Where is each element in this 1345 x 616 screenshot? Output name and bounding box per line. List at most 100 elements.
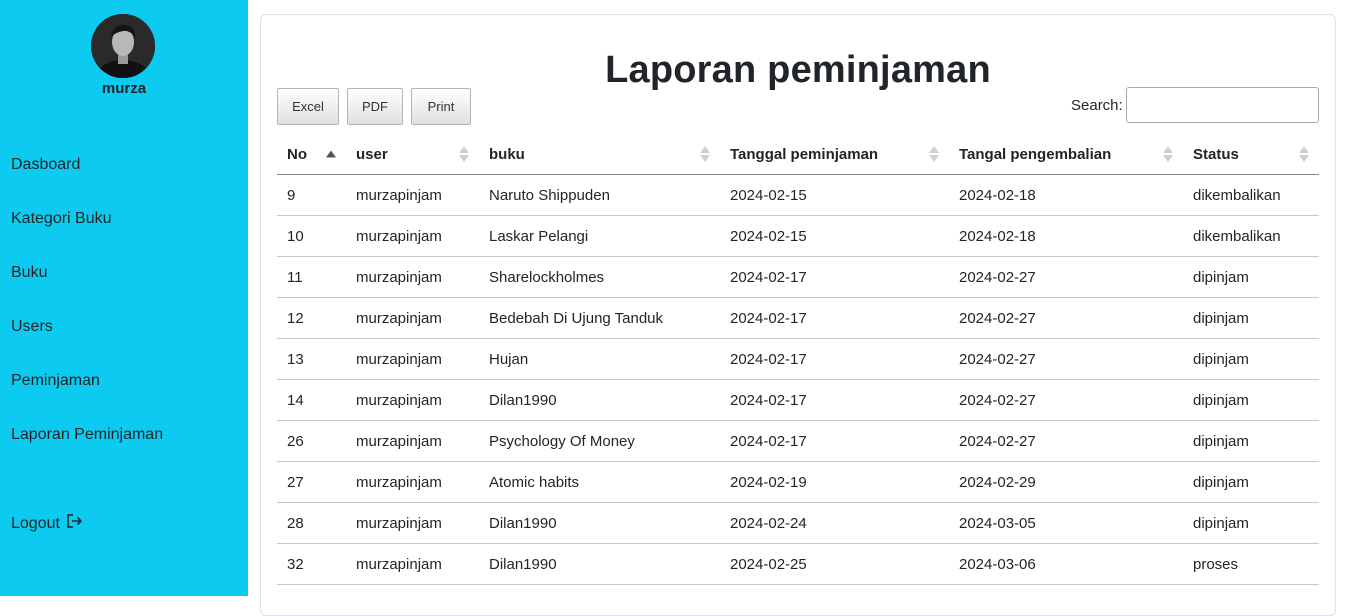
sort-icon [1163, 146, 1173, 162]
cell-buku: Bedebah Di Ujung Tanduk [479, 297, 720, 339]
cell-status: dipinjam [1183, 461, 1319, 503]
cell-no: 28 [277, 502, 346, 544]
cell-user: murzapinjam [346, 174, 479, 216]
sort-icon [929, 146, 939, 162]
user-avatar[interactable] [91, 14, 155, 78]
table-row: 12 murzapinjam Bedebah Di Ujung Tanduk 2024… [277, 297, 1319, 339]
cell-status: dipinjam [1183, 297, 1319, 339]
cell-tangal-pengembalian: 2024-02-18 [949, 174, 1183, 216]
sort-icon [326, 150, 336, 158]
cell-tangal-pengembalian: 2024-02-18 [949, 215, 1183, 257]
cell-buku: Laskar Pelangi [479, 215, 720, 257]
cell-tanggal-peminjaman: 2024-02-15 [720, 215, 949, 257]
cell-tanggal-peminjaman: 2024-02-15 [720, 174, 949, 216]
cell-tangal-pengembalian: 2024-02-29 [949, 461, 1183, 503]
column-header-buku[interactable]: buku [479, 134, 720, 175]
cell-status: dipinjam [1183, 502, 1319, 544]
cell-tanggal-peminjaman: 2024-02-17 [720, 256, 949, 298]
nav-users[interactable]: Users [11, 318, 53, 336]
cell-buku: Hujan [479, 338, 720, 380]
search-label: Search: [1071, 97, 1123, 114]
export-pdf-button[interactable]: PDF [347, 88, 403, 125]
cell-user: murzapinjam [346, 543, 479, 585]
cell-user: murzapinjam [346, 379, 479, 421]
column-header-tangal-pengembalian[interactable]: Tangal pengembalian [949, 134, 1183, 175]
cell-status: dikembalikan [1183, 215, 1319, 257]
table-row: 11 murzapinjam Sharelockholmes 2024-02-17 20… [277, 256, 1319, 298]
cell-tanggal-peminjaman: 2024-02-17 [720, 379, 949, 421]
table-row: 26 murzapinjam Psychology Of Money 2024-02-… [277, 420, 1319, 462]
table-header-row: No user buku Tanggal peminjaman Tangal p… [277, 134, 1319, 175]
cell-buku: Psychology Of Money [479, 420, 720, 462]
cell-no: 12 [277, 297, 346, 339]
sidebar: murza Dasboard Kategori Buku Buku Users … [0, 0, 248, 596]
nav-buku[interactable]: Buku [11, 264, 47, 282]
cell-tanggal-peminjaman: 2024-02-17 [720, 420, 949, 462]
cell-status: proses [1183, 543, 1319, 585]
cell-user: murzapinjam [346, 461, 479, 503]
cell-no: 27 [277, 461, 346, 503]
cell-tanggal-peminjaman: 2024-02-24 [720, 502, 949, 544]
logout-icon [66, 513, 83, 534]
cell-user: murzapinjam [346, 297, 479, 339]
report-card: Laporan peminjaman Excel PDF Print Searc… [260, 14, 1336, 616]
cell-tangal-pengembalian: 2024-02-27 [949, 256, 1183, 298]
cell-tanggal-peminjaman: 2024-02-17 [720, 338, 949, 380]
print-button[interactable]: Print [411, 88, 471, 125]
cell-buku: Naruto Shippuden [479, 174, 720, 216]
cell-user: murzapinjam [346, 338, 479, 380]
column-header-user[interactable]: user [346, 134, 479, 175]
cell-no: 32 [277, 543, 346, 585]
cell-status: dikembalikan [1183, 174, 1319, 216]
table-row: 14 murzapinjam Dilan1990 2024-02-17 2024-02-… [277, 379, 1319, 421]
nav-peminjaman[interactable]: Peminjaman [11, 372, 100, 390]
sort-icon [1299, 146, 1309, 162]
cell-no: 9 [277, 174, 346, 216]
cell-no: 14 [277, 379, 346, 421]
cell-user: murzapinjam [346, 215, 479, 257]
cell-status: dipinjam [1183, 420, 1319, 462]
username: murza [101, 80, 147, 97]
report-table: No user buku Tanggal peminjaman Tangal p… [277, 134, 1319, 585]
column-header-no[interactable]: No [277, 134, 346, 175]
cell-no: 11 [277, 256, 346, 298]
cell-status: dipinjam [1183, 256, 1319, 298]
cell-no: 26 [277, 420, 346, 462]
nav-kategori-buku[interactable]: Kategori Buku [11, 210, 112, 228]
search-input[interactable] [1126, 87, 1319, 123]
column-header-tanggal-peminjaman[interactable]: Tanggal peminjaman [720, 134, 949, 175]
table-row: 9 murzapinjam Naruto Shippuden 2024-02-15 20… [277, 174, 1319, 216]
cell-status: dipinjam [1183, 379, 1319, 421]
export-excel-button[interactable]: Excel [277, 88, 339, 125]
cell-no: 10 [277, 215, 346, 257]
cell-buku: Dilan1990 [479, 379, 720, 421]
cell-tanggal-peminjaman: 2024-02-19 [720, 461, 949, 503]
cell-tangal-pengembalian: 2024-03-06 [949, 543, 1183, 585]
cell-tanggal-peminjaman: 2024-02-17 [720, 297, 949, 339]
cell-tanggal-peminjaman: 2024-02-25 [720, 543, 949, 585]
table-row: 32 murzapinjam Dilan1990 2024-02-25 2024-03-… [277, 543, 1319, 585]
page-title: Laporan peminjaman [605, 49, 991, 91]
cell-buku: Dilan1990 [479, 502, 720, 544]
cell-no: 13 [277, 338, 346, 380]
table-row: 13 murzapinjam Hujan 2024-02-17 2024-02-27 di… [277, 338, 1319, 380]
cell-tangal-pengembalian: 2024-02-27 [949, 379, 1183, 421]
cell-user: murzapinjam [346, 420, 479, 462]
cell-tangal-pengembalian: 2024-02-27 [949, 297, 1183, 339]
logout-label: Logout [11, 515, 60, 532]
sort-icon [459, 146, 469, 162]
cell-buku: Sharelockholmes [479, 256, 720, 298]
cell-tangal-pengembalian: 2024-02-27 [949, 338, 1183, 380]
cell-tangal-pengembalian: 2024-03-05 [949, 502, 1183, 544]
table-row: 28 murzapinjam Dilan1990 2024-02-24 2024-03-… [277, 502, 1319, 544]
column-header-status[interactable]: Status [1183, 134, 1319, 175]
nav-laporan-peminjaman[interactable]: Laporan Peminjaman [11, 426, 163, 444]
cell-tangal-pengembalian: 2024-02-27 [949, 420, 1183, 462]
logout-link[interactable]: Logout [11, 513, 83, 534]
nav-dashboard[interactable]: Dasboard [11, 156, 80, 174]
table-row: 10 murzapinjam Laskar Pelangi 2024-02-15 202… [277, 215, 1319, 257]
cell-status: dipinjam [1183, 338, 1319, 380]
sort-icon [700, 146, 710, 162]
cell-user: murzapinjam [346, 256, 479, 298]
cell-buku: Dilan1990 [479, 543, 720, 585]
